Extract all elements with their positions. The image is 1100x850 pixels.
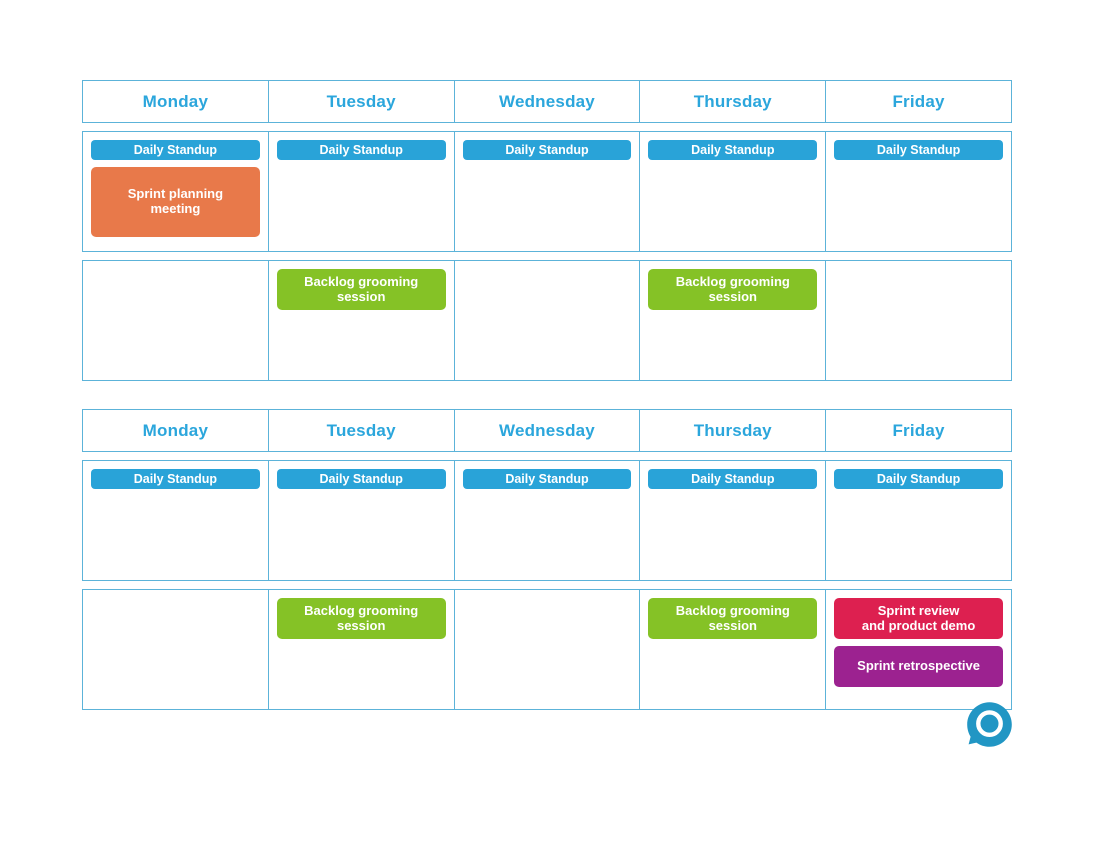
calendar-cell-wednesday[interactable] (455, 261, 641, 380)
event-standup[interactable]: Daily Standup (834, 469, 1003, 489)
day-header-label: Thursday (693, 92, 772, 111)
day-header-cell-friday: Friday (826, 410, 1011, 451)
calendar-cell-monday[interactable]: Daily Standup Sprint planning meeting (83, 132, 269, 251)
day-header-label: Monday (142, 421, 209, 440)
day-header-cell-tuesday: Tuesday (269, 410, 455, 451)
event-sprint-review[interactable]: Sprint review and product demo (834, 598, 1003, 639)
calendar-cell-friday[interactable]: Daily Standup (826, 132, 1011, 251)
brand-logo (966, 701, 1013, 748)
calendar-cell-wednesday[interactable]: Daily Standup (455, 461, 641, 580)
day-header-label: Monday (142, 92, 209, 111)
week-1-row-2: Backlog grooming session Backlog grooming… (82, 260, 1012, 381)
calendar-cell-wednesday[interactable]: Daily Standup (455, 132, 641, 251)
week-2-header: Monday Tuesday Wednesday Thursday Friday (82, 409, 1012, 452)
event-standup[interactable]: Daily Standup (91, 140, 260, 160)
day-header-cell-friday: Friday (826, 81, 1011, 122)
day-header-cell-monday: Monday (83, 410, 269, 451)
calendar-cell-tuesday[interactable]: Backlog grooming session (269, 590, 455, 709)
event-standup[interactable]: Daily Standup (276, 469, 446, 489)
day-header-label: Friday (892, 92, 945, 111)
event-backlog-grooming[interactable]: Backlog grooming session (276, 269, 446, 310)
week-1-header: Monday Tuesday Wednesday Thursday Friday (82, 80, 1012, 123)
calendar-cell-monday[interactable] (83, 261, 269, 380)
day-header-cell-tuesday: Tuesday (269, 81, 455, 122)
event-sprint-retrospective[interactable]: Sprint retrospective (834, 646, 1003, 687)
calendar-cell-friday[interactable] (826, 261, 1011, 380)
day-header-cell-wednesday: Wednesday (455, 81, 641, 122)
event-standup[interactable]: Daily Standup (462, 140, 632, 160)
sprint-calendar: Monday Tuesday Wednesday Thursday Friday Dail… (82, 80, 1012, 710)
day-header-label: Tuesday (326, 92, 396, 111)
event-backlog-grooming[interactable]: Backlog grooming session (276, 598, 446, 639)
calendar-cell-tuesday[interactable]: Backlog grooming session (269, 261, 455, 380)
calendar-cell-thursday[interactable]: Backlog grooming session (640, 261, 827, 380)
event-standup[interactable]: Daily Standup (462, 469, 632, 489)
calendar-cell-monday[interactable]: Daily Standup (83, 461, 269, 580)
day-header-cell-wednesday: Wednesday (455, 410, 641, 451)
event-sprint-planning[interactable]: Sprint planning meeting (91, 167, 260, 237)
day-header-label: Tuesday (326, 421, 396, 440)
event-backlog-grooming[interactable]: Backlog grooming session (648, 269, 818, 310)
day-header-cell-thursday: Thursday (640, 81, 827, 122)
calendar-cell-wednesday[interactable] (455, 590, 641, 709)
event-standup[interactable]: Daily Standup (834, 140, 1003, 160)
calendar-cell-friday[interactable]: Daily Standup (826, 461, 1011, 580)
day-header-cell-thursday: Thursday (640, 410, 827, 451)
event-standup[interactable]: Daily Standup (276, 140, 446, 160)
calendar-cell-monday[interactable] (83, 590, 269, 709)
week-2-row-2: Backlog grooming session Backlog grooming… (82, 589, 1012, 710)
week-1: Monday Tuesday Wednesday Thursday Friday Dail… (82, 80, 1012, 381)
calendar-cell-friday[interactable]: Sprint review and product demo Sprint ret… (826, 590, 1011, 709)
event-standup[interactable]: Daily Standup (648, 469, 818, 489)
calendar-cell-tuesday[interactable]: Daily Standup (269, 132, 455, 251)
calendar-cell-thursday[interactable]: Daily Standup (640, 461, 827, 580)
day-header-cell-monday: Monday (83, 81, 269, 122)
calendar-cell-tuesday[interactable]: Daily Standup (269, 461, 455, 580)
week-1-row-1: Daily Standup Sprint planning meeting Dail… (82, 131, 1012, 252)
logo-inner-dot (984, 718, 995, 729)
calendar-cell-thursday[interactable]: Backlog grooming session (640, 590, 827, 709)
day-header-label: Friday (892, 421, 945, 440)
calendar-cell-thursday[interactable]: Daily Standup (640, 132, 827, 251)
week-2-row-1: Daily Standup Daily Standup Daily Standup D… (82, 460, 1012, 581)
event-standup[interactable]: Daily Standup (648, 140, 818, 160)
day-header-label: Thursday (693, 421, 772, 440)
event-standup[interactable]: Daily Standup (91, 469, 260, 489)
day-header-label: Wednesday (499, 421, 595, 440)
day-header-label: Wednesday (499, 92, 595, 111)
week-2: Monday Tuesday Wednesday Thursday Friday Dail… (82, 409, 1012, 710)
event-backlog-grooming[interactable]: Backlog grooming session (648, 598, 818, 639)
